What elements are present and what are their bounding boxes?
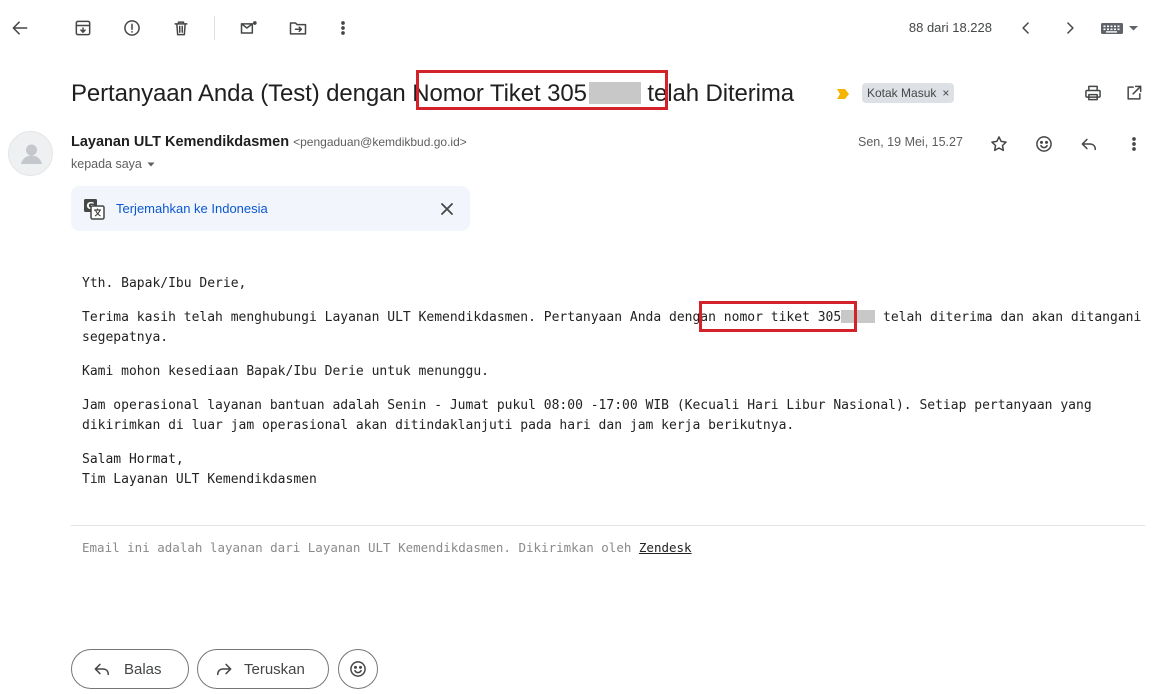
move-to-icon[interactable]: [286, 16, 310, 40]
important-marker-icon[interactable]: [836, 87, 850, 101]
email-footer: Email ini adalah layanan dari Layanan UL…: [82, 540, 692, 555]
translate-icon: G: [84, 199, 105, 220]
reply-icon[interactable]: [1077, 132, 1101, 156]
input-tools-button[interactable]: [1100, 20, 1142, 36]
subject-redacted-block: [588, 82, 641, 104]
sender-email: <pengaduan@kemdikbud.go.id>: [293, 135, 467, 149]
older-chevron-icon[interactable]: [1058, 16, 1082, 40]
body-redacted-block: [841, 310, 876, 323]
more-vert-icon[interactable]: [331, 16, 355, 40]
reply-button[interactable]: Balas: [71, 649, 189, 689]
body-greeting: Yth. Bapak/Ibu Derie,: [82, 276, 247, 291]
email-date: Sen, 19 Mei, 15.27: [858, 135, 963, 149]
forward-arrow-icon: [217, 663, 232, 676]
body-p1-before: Terima kasih telah menghubungi Layanan U…: [82, 310, 724, 325]
subject-text-after: telah Diterima: [640, 80, 795, 107]
mark-unread-icon[interactable]: [237, 16, 261, 40]
forward-button[interactable]: Teruskan: [197, 649, 329, 689]
newer-chevron-icon[interactable]: [1014, 16, 1038, 40]
emoji-react-button[interactable]: [338, 649, 378, 689]
emoji-reaction-icon[interactable]: [1032, 132, 1056, 156]
label-remove-icon[interactable]: ×: [942, 86, 949, 100]
email-subject: Pertanyaan Anda (Test) dengan Nomor Tike…: [71, 80, 794, 108]
delete-icon[interactable]: [169, 16, 193, 40]
caret-down-icon: [147, 162, 155, 167]
back-arrow-icon[interactable]: [8, 16, 32, 40]
translate-bar: G Terjemahkan ke Indonesia: [71, 186, 470, 231]
reply-arrow-icon: [94, 663, 109, 676]
body-paragraph-1: Terima kasih telah menghubungi Layanan U…: [82, 308, 1142, 348]
recipient-details-toggle[interactable]: kepada saya: [71, 157, 156, 171]
report-spam-icon[interactable]: [120, 16, 144, 40]
body-ticket-text: nomor tiket 305: [723, 310, 842, 325]
star-icon[interactable]: [987, 132, 1011, 156]
toolbar-separator: [214, 16, 215, 40]
sender-name[interactable]: Layanan ULT Kemendikdasmen: [71, 134, 289, 150]
open-new-window-icon[interactable]: [1122, 81, 1146, 105]
footer-text: Email ini adalah layanan dari Layanan UL…: [82, 540, 639, 555]
body-closing: Salam Hormat, Tim Layanan ULT Kemendikdas…: [82, 450, 1142, 490]
recipient-text: kepada saya: [71, 157, 142, 171]
footer-divider: [71, 525, 1145, 526]
body-closing-2: Tim Layanan ULT Kemendikdasmen: [82, 472, 317, 487]
message-count: 88 dari 18.228: [908, 20, 992, 35]
label-chip-inbox[interactable]: Kotak Masuk ×: [862, 83, 955, 103]
keyboard-icon: [1101, 23, 1138, 34]
reply-button-label: Balas: [124, 660, 162, 678]
email-body: Yth. Bapak/Ibu Derie, Terima kasih telah…: [82, 274, 1142, 490]
close-icon[interactable]: [439, 201, 455, 217]
smiley-icon: [350, 661, 366, 677]
label-chip-text: Kotak Masuk: [867, 86, 937, 100]
body-paragraph-2: Kami mohon kesediaan Bapak/Ibu Derie unt…: [82, 364, 489, 379]
person-icon: [21, 144, 42, 164]
body-paragraph-3: Jam operasional layanan bantuan adalah S…: [82, 398, 1092, 433]
zendesk-link[interactable]: Zendesk: [639, 540, 692, 555]
subject-text-before: Pertanyaan Anda (Test) dengan: [71, 80, 413, 107]
forward-button-label: Teruskan: [244, 660, 305, 678]
translate-link[interactable]: Terjemahkan ke Indonesia: [116, 201, 268, 216]
archive-icon[interactable]: [71, 16, 95, 40]
print-icon[interactable]: [1081, 81, 1105, 105]
subject-ticket-text: Nomor Tiket 305: [412, 80, 587, 107]
body-closing-1: Salam Hormat,: [82, 452, 184, 467]
sender-avatar[interactable]: [8, 131, 53, 176]
sender-line: Layanan ULT Kemendikdasmen <pengaduan@kem…: [71, 134, 467, 150]
message-more-icon[interactable]: [1122, 132, 1146, 156]
